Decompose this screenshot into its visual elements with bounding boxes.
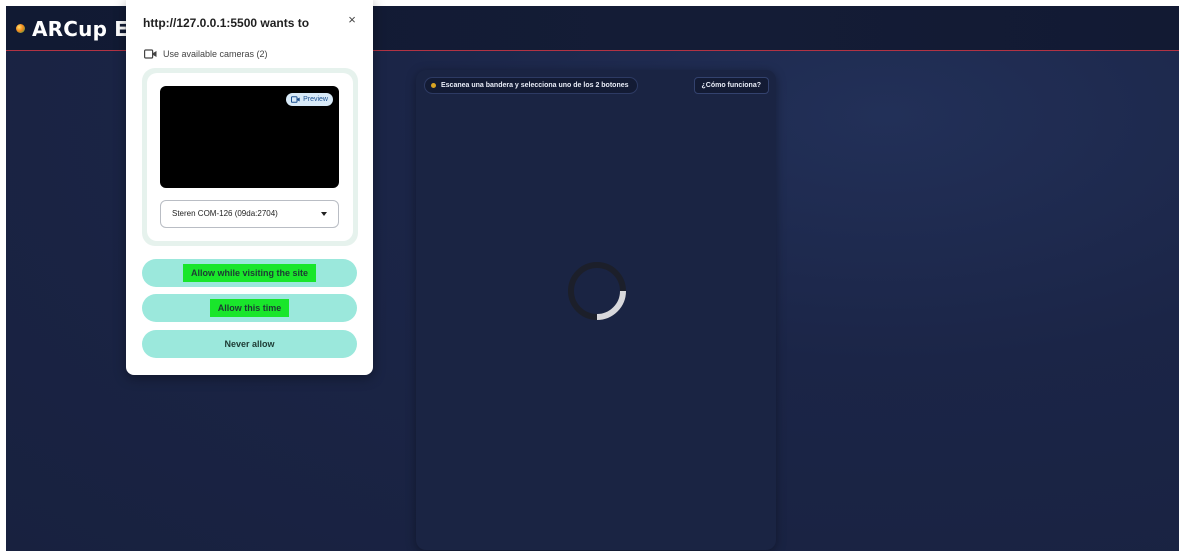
preview-chip-label: Preview	[303, 96, 328, 103]
allow-this-time-button[interactable]: Allow this time	[142, 294, 357, 322]
scan-hint-text: Escanea una bandera y selecciona uno de …	[441, 82, 629, 89]
how-it-works-button[interactable]: ¿Cómo funciona?	[693, 77, 769, 94]
camera-permission-label: Use available cameras (2)	[163, 49, 268, 59]
brand-title: ARCup Ex	[32, 17, 142, 41]
preview-camera-icon	[291, 96, 300, 103]
camera-preview-card: Preview Steren COM-126 (09da:2704)	[147, 73, 353, 241]
preview-chip: Preview	[286, 93, 333, 106]
logo-icon	[16, 24, 25, 33]
camera-icon	[144, 49, 157, 59]
scan-hint-badge: Escanea una bandera y selecciona uno de …	[424, 77, 638, 94]
camera-preview-box: Preview Steren COM-126 (09da:2704)	[142, 68, 358, 246]
never-allow-label: Never allow	[224, 339, 275, 349]
allow-while-visiting-button[interactable]: Allow while visiting the site	[142, 259, 357, 287]
popup-title: http://127.0.0.1:5500 wants to	[143, 16, 310, 30]
camera-permission-popup: http://127.0.0.1:5500 wants to × Use ava…	[126, 0, 373, 375]
camera-select[interactable]: Steren COM-126 (09da:2704)	[160, 200, 339, 228]
status-dot-icon	[431, 83, 436, 88]
allow-this-time-label: Allow this time	[209, 299, 290, 317]
close-icon[interactable]: ×	[344, 12, 360, 28]
loading-spinner	[568, 262, 626, 320]
scanner-panel: Escanea una bandera y selecciona uno de …	[416, 70, 776, 550]
allow-while-visiting-label: Allow while visiting the site	[182, 264, 317, 282]
never-allow-button[interactable]: Never allow	[142, 330, 357, 358]
camera-video-preview: Preview	[160, 86, 339, 188]
chevron-down-icon	[321, 212, 327, 216]
camera-select-value: Steren COM-126 (09da:2704)	[172, 209, 278, 218]
